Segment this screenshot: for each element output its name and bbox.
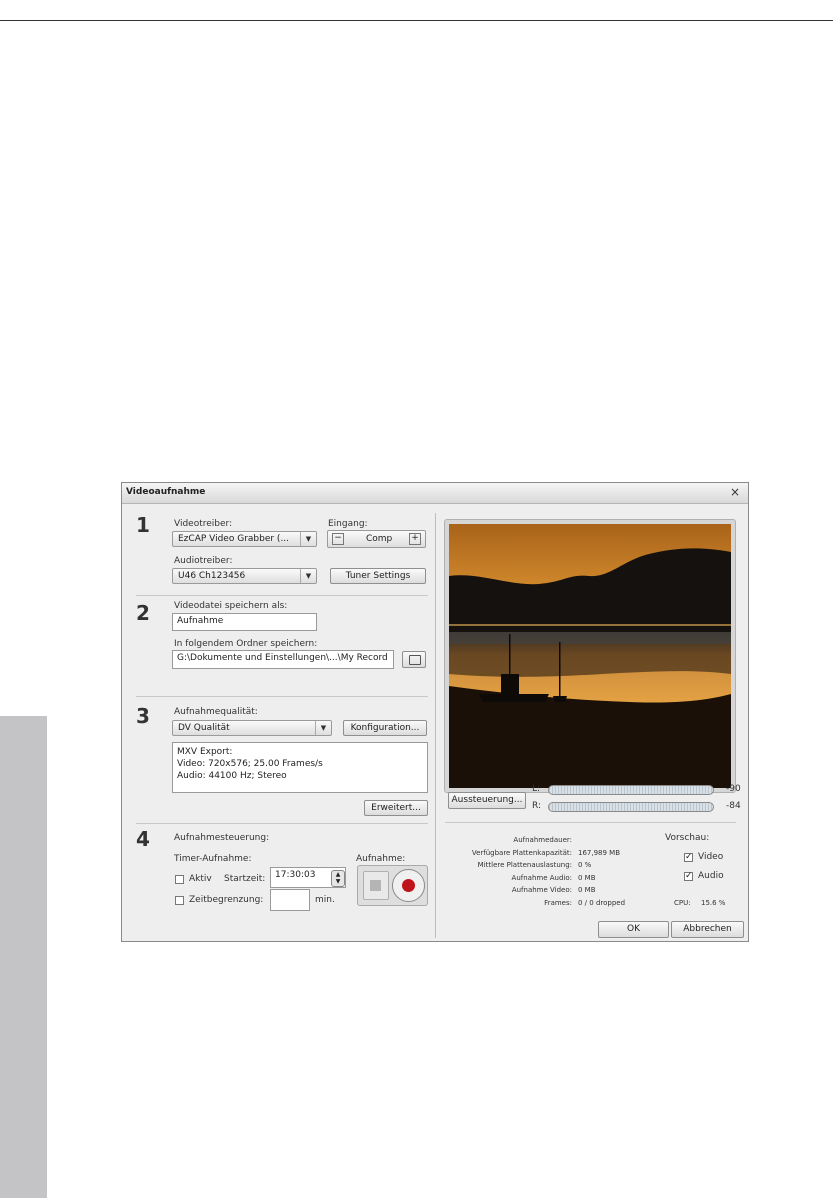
- quality-value: DV Qualität: [178, 723, 230, 733]
- stat-label: Verfügbare Plattenkapazität:: [471, 848, 572, 857]
- preview-audio-checkbox[interactable]: ✓: [684, 872, 693, 881]
- folder-icon: [409, 655, 421, 665]
- minus-icon[interactable]: −: [332, 533, 344, 545]
- page-top-rule: [0, 20, 833, 21]
- cpu-label: CPU:: [674, 899, 691, 907]
- record-button[interactable]: [392, 869, 425, 902]
- recording-label: Aufnahme:: [356, 854, 406, 864]
- record-icon: [402, 879, 415, 892]
- info-line: Video: 720x576; 25.00 Frames/s: [177, 759, 323, 769]
- filename-input[interactable]: Aufnahme: [172, 613, 317, 631]
- chevron-down-icon: ▼: [300, 569, 316, 583]
- configuration-button[interactable]: Konfiguration...: [343, 720, 427, 736]
- plus-icon[interactable]: +: [409, 533, 421, 545]
- section-4-number: 4: [136, 827, 150, 851]
- active-label: Aktiv: [189, 874, 212, 884]
- stat-label: Aufnahme Video:: [511, 886, 572, 895]
- left-level-value: -90: [726, 784, 741, 794]
- stat-value: [578, 834, 668, 847]
- stat-value: 167,989 MB: [578, 848, 621, 857]
- right-level-meter: [548, 802, 714, 812]
- level-control-button[interactable]: Aussteuerung...: [448, 792, 526, 809]
- stat-value: 0 %: [578, 861, 592, 870]
- stat-value: 0 / 0 dropped: [578, 898, 626, 907]
- time-spinner[interactable]: ▲ ▼: [331, 870, 345, 887]
- stat-value: 0 MB: [578, 886, 596, 895]
- section-2-number: 2: [136, 601, 150, 625]
- dialog-titlebar: Videoaufnahme ×: [122, 483, 748, 504]
- input-value: Comp: [366, 534, 393, 544]
- divider: [136, 696, 428, 697]
- timer-recording-label: Timer-Aufnahme:: [174, 854, 252, 864]
- stat-label: Frames:: [544, 898, 572, 907]
- active-checkbox[interactable]: [175, 875, 184, 884]
- stop-button[interactable]: [363, 871, 389, 900]
- left-channel-label: L:: [532, 784, 541, 794]
- ok-button[interactable]: OK: [598, 921, 669, 938]
- advanced-button[interactable]: Erweitert...: [364, 800, 428, 816]
- quality-label: Aufnahmequalität:: [174, 707, 258, 717]
- folder-input[interactable]: G:\Dokumente und Einstellungen\...\My Re…: [172, 650, 394, 669]
- preview-frame: [444, 519, 736, 793]
- right-channel-label: R:: [532, 801, 542, 811]
- video-driver-select[interactable]: EzCAP Video Grabber (... ▼: [172, 531, 317, 547]
- info-line: Audio: 44100 Hz; Stereo: [177, 771, 287, 781]
- audio-driver-value: U46 Ch123456: [178, 571, 246, 581]
- browse-folder-button[interactable]: [402, 651, 426, 668]
- info-line: MXV Export:: [177, 747, 233, 757]
- record-controls: [357, 865, 428, 906]
- preview-image: [449, 524, 731, 788]
- video-capture-dialog: Videoaufnahme × 1 Videotreiber: EzCAP Vi…: [121, 482, 749, 942]
- preview-label: Vorschau:: [665, 833, 710, 843]
- audio-driver-select[interactable]: U46 Ch123456 ▼: [172, 568, 317, 584]
- stop-icon: [370, 880, 381, 891]
- close-icon[interactable]: ×: [730, 485, 740, 499]
- stat-label: Aufnahme Audio:: [511, 873, 572, 882]
- dialog-title: Videoaufnahme: [126, 487, 206, 497]
- stat-value: 0 MB: [578, 873, 596, 882]
- tuner-settings-button[interactable]: Tuner Settings: [330, 568, 426, 584]
- stat-label: Mittlere Plattenauslastung:: [477, 861, 572, 870]
- section-3-number: 3: [136, 704, 150, 728]
- quality-info-box: MXV Export: Video: 720x576; 25.00 Frames…: [172, 742, 428, 793]
- time-limit-checkbox[interactable]: [175, 896, 184, 905]
- minutes-label: min.: [315, 895, 335, 905]
- video-driver-label: Videotreiber:: [174, 519, 233, 529]
- right-level-value: -84: [726, 801, 741, 811]
- preview-audio-label: Audio: [698, 871, 724, 881]
- stat-label: Aufnahmedauer:: [513, 836, 572, 844]
- divider: [445, 822, 736, 823]
- cancel-button[interactable]: Abbrechen: [671, 921, 744, 938]
- stats-labels: Aufnahmedauer: Verfügbare Plattenkapazit…: [442, 834, 572, 910]
- video-driver-value: EzCAP Video Grabber (...: [178, 534, 290, 544]
- time-limit-label: Zeitbegrenzung:: [189, 895, 264, 905]
- section-1-number: 1: [136, 513, 150, 537]
- page-side-tab: [0, 716, 47, 1198]
- column-separator: [435, 513, 436, 938]
- stats-values: 167,989 MB 0 % 0 MB 0 MB 0 / 0 dropped: [578, 834, 668, 910]
- input-label: Eingang:: [328, 519, 368, 529]
- quality-select[interactable]: DV Qualität ▼: [172, 720, 332, 736]
- chevron-down-icon: ▼: [300, 532, 316, 546]
- save-as-label: Videodatei speichern als:: [174, 601, 288, 611]
- time-limit-input[interactable]: [270, 889, 310, 911]
- input-selector: − Comp +: [327, 530, 426, 548]
- folder-label: In folgendem Ordner speichern:: [174, 639, 318, 649]
- cpu-value: 15.6 %: [701, 899, 726, 907]
- divider: [136, 595, 428, 596]
- chevron-down-icon: ▼: [315, 721, 331, 735]
- start-time-label: Startzeit:: [224, 874, 266, 884]
- recording-control-label: Aufnahmesteuerung:: [174, 833, 270, 843]
- start-time-value: 17:30:03: [275, 870, 316, 880]
- preview-video-checkbox[interactable]: ✓: [684, 853, 693, 862]
- divider: [136, 823, 428, 824]
- audio-driver-label: Audiotreiber:: [174, 556, 233, 566]
- left-level-meter: [548, 785, 714, 795]
- preview-video-label: Video: [698, 852, 724, 862]
